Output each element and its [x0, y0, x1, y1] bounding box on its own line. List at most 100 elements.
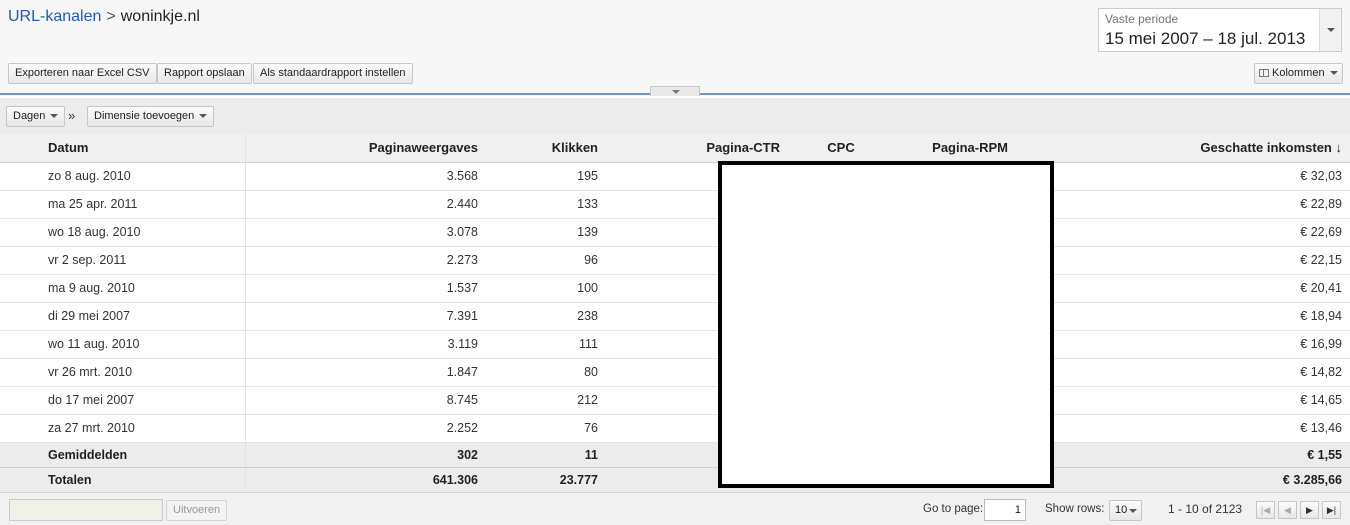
chevron-down-icon [672, 90, 680, 94]
filter-input[interactable] [9, 499, 163, 521]
cell-earnings: € 20,41 [1012, 274, 1350, 303]
cell-clicks: 133 [490, 190, 610, 219]
add-dimension-label: Dimensie toevoegen [94, 110, 195, 122]
export-csv-button[interactable]: Exporteren naar Excel CSV [8, 63, 157, 84]
cell-date: ma 25 apr. 2011 [0, 190, 246, 219]
goto-page-input[interactable]: 1 [984, 499, 1026, 521]
cell-date: wo 18 aug. 2010 [0, 218, 246, 247]
table-row: di 29 mei 2007 7.391 238 € 18,94 [0, 302, 1350, 331]
cell-pageviews: 8.745 [245, 386, 490, 415]
column-header-pageviews[interactable]: Paginaweergaves [245, 134, 490, 163]
report-header: URL-kanalen > woninkje.nl Vaste periode 15… [0, 0, 1350, 96]
averages-clicks: 11 [490, 442, 610, 468]
table-footer: Uitvoeren Go to page: 1 Show rows: 10 1 … [0, 492, 1350, 525]
cell-clicks: 195 [490, 162, 610, 191]
table-row: wo 18 aug. 2010 3.078 139 € 22,69 [0, 218, 1350, 247]
date-range-picker[interactable]: Vaste periode 15 mei 2007 – 18 jul. 2013 [1098, 8, 1342, 52]
cell-pageviews: 3.568 [245, 162, 490, 191]
breadcrumb: URL-kanalen > woninkje.nl [8, 8, 200, 26]
cell-earnings: € 22,69 [1012, 218, 1350, 247]
columns-grid-icon [1259, 69, 1269, 77]
chevron-down-icon [1329, 71, 1338, 76]
cell-clicks: 238 [490, 302, 610, 331]
date-range-value: 15 mei 2007 – 18 jul. 2013 [1105, 29, 1306, 48]
dimension-toolbar: Dagen » Dimensie toevoegen [0, 98, 1350, 134]
cell-date: vr 2 sep. 2011 [0, 246, 246, 275]
last-page-icon[interactable]: ▶| [1322, 501, 1341, 519]
breadcrumb-separator: > [106, 8, 116, 25]
breadcrumb-parent-link[interactable]: URL-kanalen [8, 8, 101, 25]
column-header-date[interactable]: Datum [0, 134, 246, 163]
averages-earnings: € 1,55 [1012, 442, 1350, 468]
cell-earnings: € 22,15 [1012, 246, 1350, 275]
collapse-header-toggle[interactable] [650, 86, 700, 96]
column-header-estimated-earnings[interactable]: Geschatte inkomsten ↓ [1012, 134, 1350, 163]
prev-page-icon[interactable]: ◀ [1278, 501, 1297, 519]
cell-clicks: 80 [490, 358, 610, 387]
column-header-page-ctr[interactable]: Pagina-CTR [610, 134, 790, 163]
run-button[interactable]: Uitvoeren [166, 500, 228, 521]
redaction-box [718, 161, 1054, 488]
totals-row: Totalen 641.306 23.777 € 3.285,66 [0, 467, 1350, 493]
cell-clicks: 100 [490, 274, 610, 303]
columns-button[interactable]: Kolommen [1254, 63, 1343, 84]
cell-date: vr 26 mrt. 2010 [0, 358, 246, 387]
table-row: vr 2 sep. 2011 2.273 96 € 22,15 [0, 246, 1350, 275]
cell-earnings: € 18,94 [1012, 302, 1350, 331]
breadcrumb-current: woninkje.nl [120, 8, 200, 25]
pagination-range: 1 - 10 of 2123 [1168, 502, 1243, 516]
table-row: do 17 mei 2007 8.745 212 € 14,65 [0, 386, 1350, 415]
add-dimension-dropdown[interactable]: Dimensie toevoegen [87, 106, 215, 127]
cell-pageviews: 7.391 [245, 302, 490, 331]
set-default-report-button[interactable]: Als standaardrapport instellen [253, 63, 413, 84]
table-row: zo 8 aug. 2010 3.568 195 € 32,03 [0, 162, 1350, 191]
cell-pageviews: 2.440 [245, 190, 490, 219]
cell-earnings: € 14,65 [1012, 386, 1350, 415]
chevron-down-icon [1129, 509, 1137, 513]
cell-earnings: € 22,89 [1012, 190, 1350, 219]
cell-clicks: 96 [490, 246, 610, 275]
averages-row: Gemiddelden 302 11 € 1,55 [0, 442, 1350, 468]
table-row: ma 9 aug. 2010 1.537 100 € 20,41 [0, 274, 1350, 303]
show-rows-select[interactable]: 10 [1109, 500, 1142, 521]
cell-date: za 27 mrt. 2010 [0, 414, 246, 443]
report-table: Datum Paginaweergaves Klikken Pagina-CTR… [0, 134, 1350, 493]
cell-date: di 29 mei 2007 [0, 302, 246, 331]
cell-date: wo 11 aug. 2010 [0, 330, 246, 359]
cell-clicks: 111 [490, 330, 610, 359]
column-header-page-rpm[interactable]: Pagina-RPM [892, 134, 1012, 163]
cell-date: do 17 mei 2007 [0, 386, 246, 415]
averages-pageviews: 302 [245, 442, 490, 468]
days-label: Dagen [13, 110, 46, 122]
cell-clicks: 212 [490, 386, 610, 415]
next-page-icon[interactable]: ▶ [1300, 501, 1319, 519]
first-page-icon[interactable]: |◀ [1256, 501, 1275, 519]
column-header-cpc[interactable]: CPC [790, 134, 892, 163]
totals-earnings: € 3.285,66 [1012, 467, 1350, 493]
save-report-button[interactable]: Rapport opslaan [157, 63, 252, 84]
table-header-row: Datum Paginaweergaves Klikken Pagina-CTR… [0, 134, 1350, 163]
cell-pageviews: 2.252 [245, 414, 490, 443]
dimension-separator: » [68, 108, 76, 123]
cell-earnings: € 13,46 [1012, 414, 1350, 443]
cell-date: ma 9 aug. 2010 [0, 274, 246, 303]
cell-date: zo 8 aug. 2010 [0, 162, 246, 191]
show-rows-label: Show rows: [1045, 503, 1105, 515]
totals-clicks: 23.777 [490, 467, 610, 493]
table-row: ma 25 apr. 2011 2.440 133 € 22,89 [0, 190, 1350, 219]
cell-earnings: € 16,99 [1012, 330, 1350, 359]
goto-page-label: Go to page: [923, 503, 984, 515]
columns-label: Kolommen [1272, 67, 1325, 79]
date-range-dropdown[interactable] [1319, 9, 1341, 51]
column-header-clicks[interactable]: Klikken [490, 134, 610, 163]
cell-pageviews: 1.847 [245, 358, 490, 387]
cell-earnings: € 14,82 [1012, 358, 1350, 387]
cell-earnings: € 32,03 [1012, 162, 1350, 191]
cell-pageviews: 3.119 [245, 330, 490, 359]
cell-pageviews: 2.273 [245, 246, 490, 275]
cell-clicks: 76 [490, 414, 610, 443]
table-row: wo 11 aug. 2010 3.119 111 € 16,99 [0, 330, 1350, 359]
days-dropdown[interactable]: Dagen [6, 106, 66, 127]
table-row: vr 26 mrt. 2010 1.847 80 € 14,82 [0, 358, 1350, 387]
chevron-down-icon [50, 114, 59, 119]
